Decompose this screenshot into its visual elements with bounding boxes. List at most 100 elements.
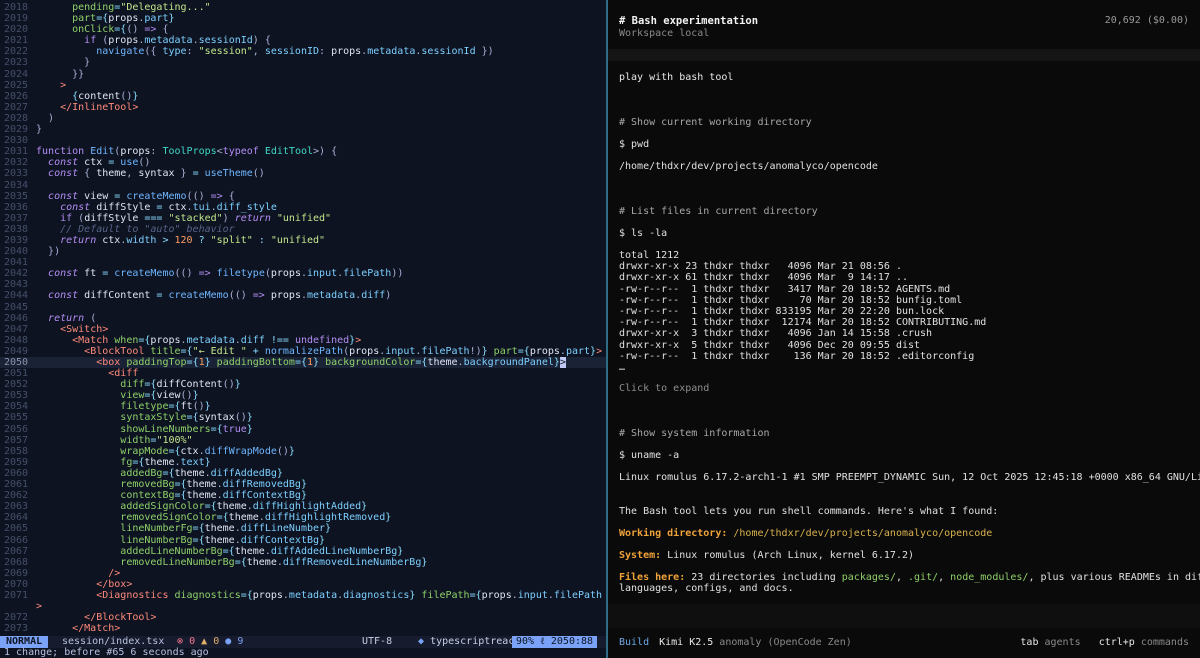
code-line[interactable]: 2027 </InlineTool> (0, 102, 606, 113)
code-line[interactable]: 2019 part={props.part} (0, 13, 606, 24)
line-number: 2038 (4, 223, 29, 235)
code-line[interactable]: 2053 view={view()} (0, 390, 606, 401)
code-line[interactable]: 2025 > (0, 80, 606, 91)
code-token: addedLineNumberBg (120, 545, 223, 557)
command-line-message: 1 change; before #65 6 seconds ago (4, 647, 209, 658)
code-token: }) (475, 46, 494, 58)
code-line[interactable]: 2018 pending="Delegating..." (0, 2, 606, 13)
code-line[interactable]: 2072 </BlockTool> (0, 612, 606, 623)
code-token: ? (192, 234, 211, 246)
code-token: } (409, 589, 422, 601)
code-line[interactable]: 2028 ) (0, 113, 606, 124)
code-line[interactable]: 2044 const diffContent = createMemo(() =… (0, 290, 606, 301)
code-line[interactable]: 2040 }) (0, 246, 606, 257)
code-line[interactable]: 2061 removedBg={theme.diffRemovedBg} (0, 479, 606, 490)
code-token: <Switch> (60, 323, 109, 335)
code-line[interactable]: 2023 } (0, 57, 606, 68)
dir-packages: packages/ (841, 572, 896, 583)
code-token: , (126, 168, 139, 180)
code-token: ( (96, 35, 109, 47)
code-line[interactable]: 2052 diff={diffContent()} (0, 379, 606, 390)
code-line[interactable]: 2020 onClick={() => { (0, 24, 606, 35)
code-line[interactable]: 2064 removedSignColor={theme.diffHighlig… (0, 512, 606, 523)
code-line[interactable]: 2070 </box> (0, 579, 606, 590)
code-line[interactable]: 2049 <BlockTool title={"← Edit " + norma… (0, 346, 606, 357)
code-line[interactable]: 2038 // Default to "auto" behavior (0, 224, 606, 235)
code-token: !== (264, 334, 295, 346)
code-token: = (96, 268, 115, 280)
code-token: ={ (96, 13, 109, 25)
code-line[interactable]: > (0, 601, 606, 612)
code-line[interactable]: 2033 const { theme, syntax } = useTheme(… (0, 168, 606, 179)
code-buffer[interactable]: 2018 pending="Delegating..." 2019 part={p… (0, 2, 606, 636)
code-line[interactable]: 2026 {content()} (0, 91, 606, 102)
code-line[interactable]: 2069 /> (0, 568, 606, 579)
code-line-current[interactable]: 2050 <box paddingTop={1} paddingBottom={… (0, 357, 606, 369)
info-icon: ● (225, 636, 232, 647)
code-line[interactable]: 2031 function Edit(props: ToolProps<typeo… (0, 146, 606, 157)
code-line[interactable]: 2056 showLineNumbers={true} (0, 424, 606, 435)
code-line[interactable]: 2035 const view = createMemo(() => { (0, 191, 606, 202)
code-line[interactable]: 2041 (0, 257, 606, 268)
code-line[interactable]: 2042 const ft = createMemo(() => filetyp… (0, 268, 606, 279)
code-line[interactable]: 2024 }} (0, 69, 606, 80)
expand-link[interactable]: Click to expand (619, 383, 709, 394)
code-line[interactable]: 2073 </Match> (0, 623, 606, 634)
code-line[interactable]: 2062 contextBg={theme.diffContextBg} (0, 490, 606, 501)
code-line[interactable]: 2055 syntaxStyle={syntax()} (0, 412, 606, 423)
code-token: fg (120, 456, 133, 468)
cursor-position: 90% ℓ 2050:88 (512, 636, 598, 648)
model-name[interactable]: Kimi K2.5 (659, 637, 713, 648)
code-line[interactable]: 2030 (0, 135, 606, 146)
code-line[interactable]: 2046 return ( (0, 313, 606, 324)
chat-pane[interactable]: # Bash experimentation Workspace local 2… (608, 0, 1200, 658)
input-area[interactable] (608, 604, 1200, 628)
code-line[interactable]: 2039 return ctx.width > 120 ? "split" : … (0, 235, 606, 246)
code-line[interactable]: 2071 <Diagnostics diagnostics={props.met… (0, 590, 606, 601)
code-token: "unified" (276, 212, 332, 224)
code-line[interactable]: 2054 filetype={ft()} (0, 401, 606, 412)
code-line[interactable]: 2051 <diff (0, 368, 606, 379)
line-number: 2046 (4, 312, 29, 324)
code-editor-pane[interactable]: 2018 pending="Delegating..." 2019 part={p… (0, 0, 606, 658)
code-line[interactable]: 2060 addedBg={theme.diffAddedBg} (0, 468, 606, 479)
code-token: ctx (180, 445, 199, 457)
code-line[interactable]: 2068 removedLineNumberBg={theme.diffRemo… (0, 557, 606, 568)
code-line[interactable]: 2048 <Match when={props.metadata.diff !=… (0, 335, 606, 346)
code-line[interactable]: 2066 lineNumberBg={theme.diffContextBg} (0, 535, 606, 546)
line-number: 2028 (4, 112, 29, 124)
code-line[interactable]: 2058 wrapMode={ctx.diffWrapMode()} (0, 446, 606, 457)
code-token: filePath (553, 589, 603, 601)
code-token: diffRemovedLineNumberBg (282, 556, 422, 568)
code-line[interactable]: 2034 (0, 180, 606, 191)
filetype-label: typescriptreact (430, 636, 521, 647)
code-line[interactable]: 2067 addedLineNumberBg={theme.diffAddedL… (0, 546, 606, 557)
code-line[interactable]: 2043 (0, 279, 606, 290)
commands-key[interactable]: ctrl+p (1099, 637, 1135, 648)
code-line[interactable]: 2029} (0, 124, 606, 135)
line-number: 2066 (4, 534, 29, 546)
agent-mode[interactable]: Build (619, 637, 649, 648)
code-line[interactable]: 2045 (0, 302, 606, 313)
line-number: 2026 (4, 90, 29, 102)
line-number: 2043 (4, 279, 29, 291)
code-token: (() (228, 290, 253, 302)
code-token: } (319, 534, 326, 546)
code-line[interactable]: 2021 if (props.metadata.sessionId) { (0, 35, 606, 46)
code-line[interactable]: 2037 if (diffStyle === "stacked") return… (0, 213, 606, 224)
code-line[interactable]: 2032 const ctx = use() (0, 157, 606, 168)
code-line[interactable]: 2063 addedSignColor={theme.diffHighlight… (0, 501, 606, 512)
code-line[interactable]: 2065 lineNumberFg={theme.diffLineNumber} (0, 523, 606, 534)
code-line[interactable]: 2059 fg={theme.text} (0, 457, 606, 468)
code-line[interactable]: 2047 <Switch> (0, 324, 606, 335)
code-token: : (186, 46, 199, 58)
code-line[interactable]: 2057 width="100%" (0, 435, 606, 446)
code-line[interactable]: 2022 navigate({ type: "session", session… (0, 46, 606, 57)
listing-line: drwxr-xr-x 23 thdxr thdxr 4096 Mar 21 08… (619, 261, 902, 273)
agents-key[interactable]: tab (1020, 637, 1038, 648)
code-line[interactable]: 2036 const diffStyle = ctx.tui.diff_styl… (0, 202, 606, 213)
